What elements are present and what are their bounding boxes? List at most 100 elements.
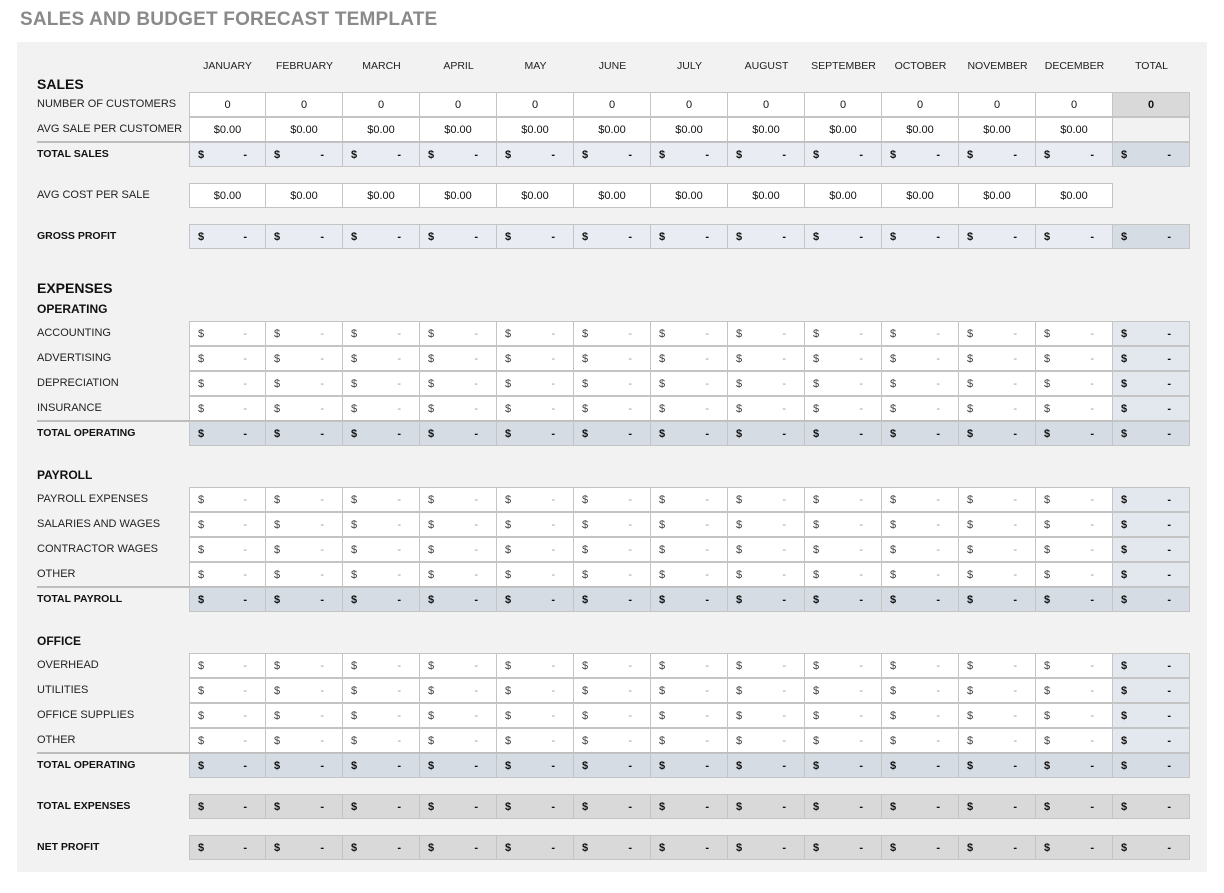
payroll-salaries-and-wages-february[interactable]: $ -: [266, 512, 343, 537]
payroll-payroll-expenses-june[interactable]: $ -: [574, 487, 651, 512]
payroll-payroll-expenses-july[interactable]: $ -: [651, 487, 728, 512]
payroll-other-june[interactable]: $ -: [574, 562, 651, 587]
operating-accounting-august[interactable]: $ -: [728, 321, 805, 346]
operating-advertising-october[interactable]: $ -: [882, 346, 959, 371]
operating-depreciation-december[interactable]: $ -: [1036, 371, 1113, 396]
payroll-other-april[interactable]: $ -: [420, 562, 497, 587]
payroll-contractor-wages-march[interactable]: $ -: [343, 537, 420, 562]
office-office-supplies-may[interactable]: $ -: [497, 703, 574, 728]
office-other-april[interactable]: $ -: [420, 728, 497, 753]
office-office-supplies-march[interactable]: $ -: [343, 703, 420, 728]
operating-depreciation-june[interactable]: $ -: [574, 371, 651, 396]
office-utilities-november[interactable]: $ -: [959, 678, 1036, 703]
operating-insurance-august[interactable]: $ -: [728, 396, 805, 421]
operating-insurance-april[interactable]: $ -: [420, 396, 497, 421]
operating-advertising-august[interactable]: $ -: [728, 346, 805, 371]
operating-insurance-december[interactable]: $ -: [1036, 396, 1113, 421]
office-utilities-february[interactable]: $ -: [266, 678, 343, 703]
office-utilities-august[interactable]: $ -: [728, 678, 805, 703]
office-office-supplies-october[interactable]: $ -: [882, 703, 959, 728]
operating-insurance-march[interactable]: $ -: [343, 396, 420, 421]
payroll-salaries-and-wages-june[interactable]: $ -: [574, 512, 651, 537]
avg-sale-input-november[interactable]: $0.00: [959, 117, 1036, 142]
payroll-salaries-and-wages-november[interactable]: $ -: [959, 512, 1036, 537]
payroll-other-december[interactable]: $ -: [1036, 562, 1113, 587]
office-utilities-july[interactable]: $ -: [651, 678, 728, 703]
payroll-contractor-wages-january[interactable]: $ -: [189, 537, 266, 562]
avg-cost-input-may[interactable]: $0.00: [497, 183, 574, 208]
payroll-payroll-expenses-april[interactable]: $ -: [420, 487, 497, 512]
payroll-salaries-and-wages-january[interactable]: $ -: [189, 512, 266, 537]
operating-accounting-september[interactable]: $ -: [805, 321, 882, 346]
payroll-payroll-expenses-august[interactable]: $ -: [728, 487, 805, 512]
customers-input-february[interactable]: 0: [266, 92, 343, 117]
operating-depreciation-october[interactable]: $ -: [882, 371, 959, 396]
avg-sale-input-december[interactable]: $0.00: [1036, 117, 1113, 142]
customers-input-november[interactable]: 0: [959, 92, 1036, 117]
office-other-june[interactable]: $ -: [574, 728, 651, 753]
payroll-salaries-and-wages-december[interactable]: $ -: [1036, 512, 1113, 537]
office-overhead-october[interactable]: $ -: [882, 653, 959, 678]
avg-sale-input-august[interactable]: $0.00: [728, 117, 805, 142]
operating-accounting-july[interactable]: $ -: [651, 321, 728, 346]
avg-sale-input-january[interactable]: $0.00: [189, 117, 266, 142]
operating-depreciation-march[interactable]: $ -: [343, 371, 420, 396]
operating-accounting-may[interactable]: $ -: [497, 321, 574, 346]
customers-input-june[interactable]: 0: [574, 92, 651, 117]
operating-insurance-october[interactable]: $ -: [882, 396, 959, 421]
payroll-payroll-expenses-november[interactable]: $ -: [959, 487, 1036, 512]
office-utilities-september[interactable]: $ -: [805, 678, 882, 703]
operating-advertising-july[interactable]: $ -: [651, 346, 728, 371]
office-office-supplies-june[interactable]: $ -: [574, 703, 651, 728]
office-office-supplies-august[interactable]: $ -: [728, 703, 805, 728]
payroll-other-july[interactable]: $ -: [651, 562, 728, 587]
office-overhead-june[interactable]: $ -: [574, 653, 651, 678]
operating-accounting-november[interactable]: $ -: [959, 321, 1036, 346]
payroll-payroll-expenses-january[interactable]: $ -: [189, 487, 266, 512]
office-overhead-january[interactable]: $ -: [189, 653, 266, 678]
payroll-contractor-wages-june[interactable]: $ -: [574, 537, 651, 562]
customers-input-may[interactable]: 0: [497, 92, 574, 117]
avg-sale-input-october[interactable]: $0.00: [882, 117, 959, 142]
office-overhead-march[interactable]: $ -: [343, 653, 420, 678]
payroll-payroll-expenses-may[interactable]: $ -: [497, 487, 574, 512]
office-other-december[interactable]: $ -: [1036, 728, 1113, 753]
office-utilities-january[interactable]: $ -: [189, 678, 266, 703]
payroll-other-january[interactable]: $ -: [189, 562, 266, 587]
avg-sale-input-april[interactable]: $0.00: [420, 117, 497, 142]
payroll-salaries-and-wages-april[interactable]: $ -: [420, 512, 497, 537]
avg-cost-input-december[interactable]: $0.00: [1036, 183, 1113, 208]
operating-depreciation-august[interactable]: $ -: [728, 371, 805, 396]
customers-input-march[interactable]: 0: [343, 92, 420, 117]
office-overhead-august[interactable]: $ -: [728, 653, 805, 678]
payroll-salaries-and-wages-july[interactable]: $ -: [651, 512, 728, 537]
payroll-salaries-and-wages-march[interactable]: $ -: [343, 512, 420, 537]
operating-advertising-september[interactable]: $ -: [805, 346, 882, 371]
office-overhead-april[interactable]: $ -: [420, 653, 497, 678]
customers-input-december[interactable]: 0: [1036, 92, 1113, 117]
operating-depreciation-april[interactable]: $ -: [420, 371, 497, 396]
office-overhead-december[interactable]: $ -: [1036, 653, 1113, 678]
avg-cost-input-july[interactable]: $0.00: [651, 183, 728, 208]
avg-sale-input-march[interactable]: $0.00: [343, 117, 420, 142]
customers-input-october[interactable]: 0: [882, 92, 959, 117]
office-overhead-september[interactable]: $ -: [805, 653, 882, 678]
avg-cost-input-august[interactable]: $0.00: [728, 183, 805, 208]
payroll-payroll-expenses-september[interactable]: $ -: [805, 487, 882, 512]
payroll-contractor-wages-december[interactable]: $ -: [1036, 537, 1113, 562]
operating-accounting-december[interactable]: $ -: [1036, 321, 1113, 346]
payroll-contractor-wages-november[interactable]: $ -: [959, 537, 1036, 562]
operating-accounting-october[interactable]: $ -: [882, 321, 959, 346]
operating-advertising-december[interactable]: $ -: [1036, 346, 1113, 371]
payroll-salaries-and-wages-may[interactable]: $ -: [497, 512, 574, 537]
office-office-supplies-february[interactable]: $ -: [266, 703, 343, 728]
customers-input-august[interactable]: 0: [728, 92, 805, 117]
operating-depreciation-january[interactable]: $ -: [189, 371, 266, 396]
avg-cost-input-september[interactable]: $0.00: [805, 183, 882, 208]
payroll-other-october[interactable]: $ -: [882, 562, 959, 587]
payroll-contractor-wages-september[interactable]: $ -: [805, 537, 882, 562]
payroll-payroll-expenses-december[interactable]: $ -: [1036, 487, 1113, 512]
avg-sale-input-february[interactable]: $0.00: [266, 117, 343, 142]
avg-cost-input-june[interactable]: $0.00: [574, 183, 651, 208]
office-overhead-may[interactable]: $ -: [497, 653, 574, 678]
